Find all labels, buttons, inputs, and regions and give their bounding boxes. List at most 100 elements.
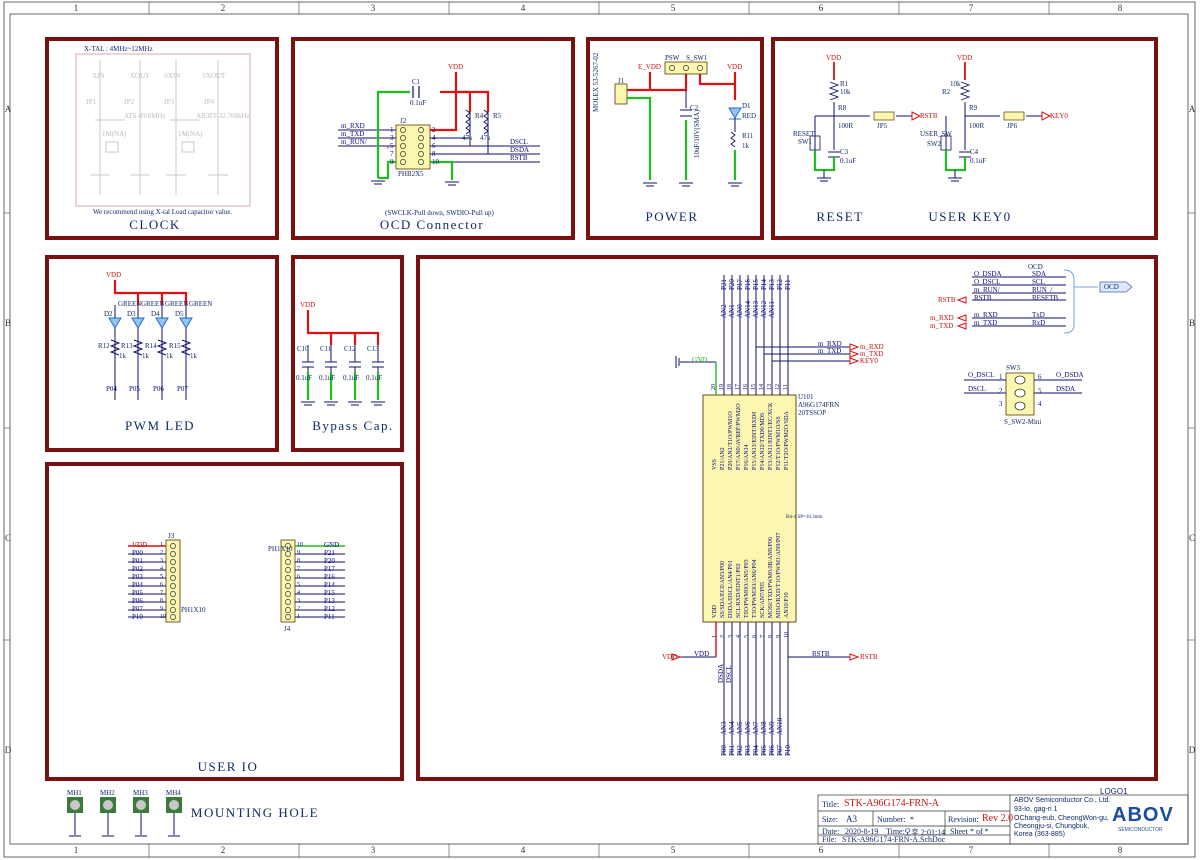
mcu-bot-net-1: AN4 bbox=[728, 721, 736, 735]
mcu-top-port-1: P20 bbox=[728, 279, 736, 290]
ocdbus-right-b-0: TxD bbox=[1032, 311, 1045, 319]
ocd-pin-5: 5 bbox=[390, 142, 394, 150]
ocd-net-m-rxd: m_RXD bbox=[341, 122, 365, 130]
bypass-c10-value: 0.1uF bbox=[296, 374, 313, 382]
tb-size-label: Size: bbox=[822, 815, 838, 824]
bypass-c10: C10 bbox=[297, 345, 309, 353]
pwm-r14-value: 1k bbox=[166, 352, 173, 360]
ocdbus-right-b-1: RxD bbox=[1032, 319, 1046, 327]
tb-company-0: ABOV Semiconductor Co., Ltd. bbox=[1014, 797, 1111, 804]
tb-number-label: Number: bbox=[877, 815, 906, 824]
pwm-r15: R15 bbox=[169, 342, 181, 350]
j4-pin-9: 1 bbox=[297, 614, 300, 620]
mcu-top-pin-2: 18 bbox=[727, 384, 733, 390]
key-sw-label: USER_SW bbox=[920, 130, 952, 138]
mcu-note: Bit-1 SP=10.3mm bbox=[786, 515, 823, 520]
mh3-label: MH3 bbox=[133, 789, 148, 797]
mcu-desc-bot-6: SCK/AN7/P05 bbox=[760, 581, 766, 618]
reset-sw-label: RESET bbox=[793, 130, 815, 138]
mcu-top-pin-9: 11 bbox=[783, 384, 789, 390]
userio-j3: J3 bbox=[168, 532, 175, 540]
userio-j4-part: PH1X10 bbox=[268, 545, 293, 553]
clock-xtal-sub: AB38T-32.768kHz bbox=[196, 112, 250, 120]
reset-r1: R1 bbox=[840, 80, 849, 88]
mcu-desc-bot-2: DSDA/DSCL/AN4/P01 bbox=[728, 560, 734, 618]
mcu-top-pin-4: 16 bbox=[743, 384, 749, 390]
mcu-bot-port-4: P04 bbox=[752, 745, 760, 756]
pwm-net-p05: P05 bbox=[129, 385, 140, 393]
sw3-net-dsda: DSDA bbox=[1056, 385, 1076, 393]
power-ssw: S_SW1 bbox=[686, 54, 708, 62]
ocdbus-left-0: O_DSDA bbox=[974, 270, 1002, 278]
ocd-net-rstb: RSTB bbox=[510, 154, 528, 162]
mcu-desc-bot-1: SS/SDA/EC0/AN3/P00 bbox=[720, 560, 726, 618]
ocdbus-left-3: RSTB bbox=[974, 294, 992, 302]
j3-net-2: P01 bbox=[132, 557, 143, 565]
j3-pin-0: 1 bbox=[160, 542, 163, 548]
pwm-net-p04: P04 bbox=[106, 385, 117, 393]
abov-logo: ABOV bbox=[1112, 804, 1174, 826]
mcu-bot-net-7: AN10 bbox=[776, 717, 784, 735]
mcu-top-port-8: P11 bbox=[784, 279, 792, 290]
j4-pin-4: 6 bbox=[297, 574, 300, 580]
ocdbus-left-b-0: m_RXD bbox=[974, 311, 998, 319]
tb-company-3: Cheongju-si, Chungbuk, bbox=[1014, 823, 1090, 830]
mcu-bot-pin-5: 6 bbox=[752, 635, 758, 638]
tb-title: STK-A96G174-FRN-A bbox=[844, 798, 939, 809]
j3-pin-4: 5 bbox=[160, 574, 163, 580]
mcu-top-net-1: AN1 bbox=[728, 304, 736, 318]
ocdbus-right-1: SCL bbox=[1032, 278, 1045, 286]
mounting-title: MOUNTING HOLE bbox=[190, 805, 320, 820]
ocdbus-mtxd-port: m_TXD bbox=[930, 322, 954, 330]
j3-pin-1: 2 bbox=[160, 550, 163, 556]
sw3-net-odsda: O_DSDA bbox=[1056, 371, 1084, 379]
mcu-top-pin-6: 14 bbox=[759, 384, 765, 390]
pwm-d3: D3 bbox=[127, 310, 136, 318]
sw3-pin-6: 6 bbox=[1038, 373, 1042, 381]
bypass-c13: C13 bbox=[367, 345, 379, 353]
mcu-bot-pin-8: 9 bbox=[776, 635, 782, 638]
mcu-bot-pin-9: 10 bbox=[784, 632, 790, 638]
userio-j4: J4 bbox=[284, 625, 291, 633]
clock-note: We recommend using X-tal Load capacitor … bbox=[93, 208, 233, 216]
ocd-net-m-run: m_RUN/ bbox=[341, 138, 367, 146]
j3-net-1: P00 bbox=[132, 549, 143, 557]
clock-r-na-1: 1M(NA) bbox=[102, 130, 127, 138]
ocd-net-m-txd: m_TXD bbox=[341, 130, 365, 138]
mcu-top-net-5: AN12 bbox=[760, 300, 768, 318]
mcu-top-pin-1: 19 bbox=[719, 384, 725, 390]
sw3-part: S_SW2-Mini bbox=[1004, 418, 1042, 426]
clock-jp3: JP3 bbox=[164, 98, 175, 106]
tb-revision-label: Revision: bbox=[948, 815, 979, 824]
power-vdd: VDD bbox=[727, 63, 743, 71]
j3-net-8: P07 bbox=[132, 605, 143, 613]
j4-pin-5: 5 bbox=[297, 582, 300, 588]
mcu-desc-top-8: P12/T1O/PWM1O/SS bbox=[776, 416, 782, 470]
mcu-bot-pin-7: 8 bbox=[768, 635, 774, 638]
clock-jp1: JP1 bbox=[86, 98, 97, 106]
clock-jp4: JP4 bbox=[204, 98, 215, 106]
j4-pin-0: 10 bbox=[297, 542, 303, 548]
ocd-net-dsda: DSDA bbox=[510, 146, 530, 154]
mcu-top-pin-3: 17 bbox=[735, 384, 741, 390]
ocdbus-left-1: O_DSCL bbox=[974, 278, 1001, 286]
pwm-d4-color: GREEN bbox=[165, 300, 189, 308]
reset-c3: C3 bbox=[840, 148, 849, 156]
mcu-desc-top-6: P14/AN12/TXD0/MDS bbox=[760, 412, 766, 470]
mcu-bot-net-6: AN9 bbox=[768, 721, 776, 735]
mcu-rstb-port: RSTB bbox=[860, 653, 878, 661]
power-r11-value: 1k bbox=[742, 142, 749, 150]
key-jp6: JP6 bbox=[1007, 122, 1018, 130]
ocd-cap-ref: C1 bbox=[412, 78, 421, 86]
ocd-note: (SWCLK-Pull down, SWDIO-Pull up) bbox=[385, 209, 494, 217]
j3-net-5: P04 bbox=[132, 581, 143, 589]
bypass-c13-value: 0.1uF bbox=[366, 374, 383, 382]
ocdbus-port-label: OCD bbox=[1104, 283, 1119, 291]
mcu-bot-port-1: P01 bbox=[728, 745, 736, 756]
bypass-vdd: VDD bbox=[300, 301, 316, 309]
mcu-key0-port: KEY0 bbox=[860, 357, 878, 365]
j4-pin-7: 3 bbox=[297, 598, 300, 604]
pwm-d4: D4 bbox=[151, 310, 160, 318]
mh2-label: MH2 bbox=[100, 789, 115, 797]
mcu-bot-net-5: AN8 bbox=[760, 721, 768, 735]
